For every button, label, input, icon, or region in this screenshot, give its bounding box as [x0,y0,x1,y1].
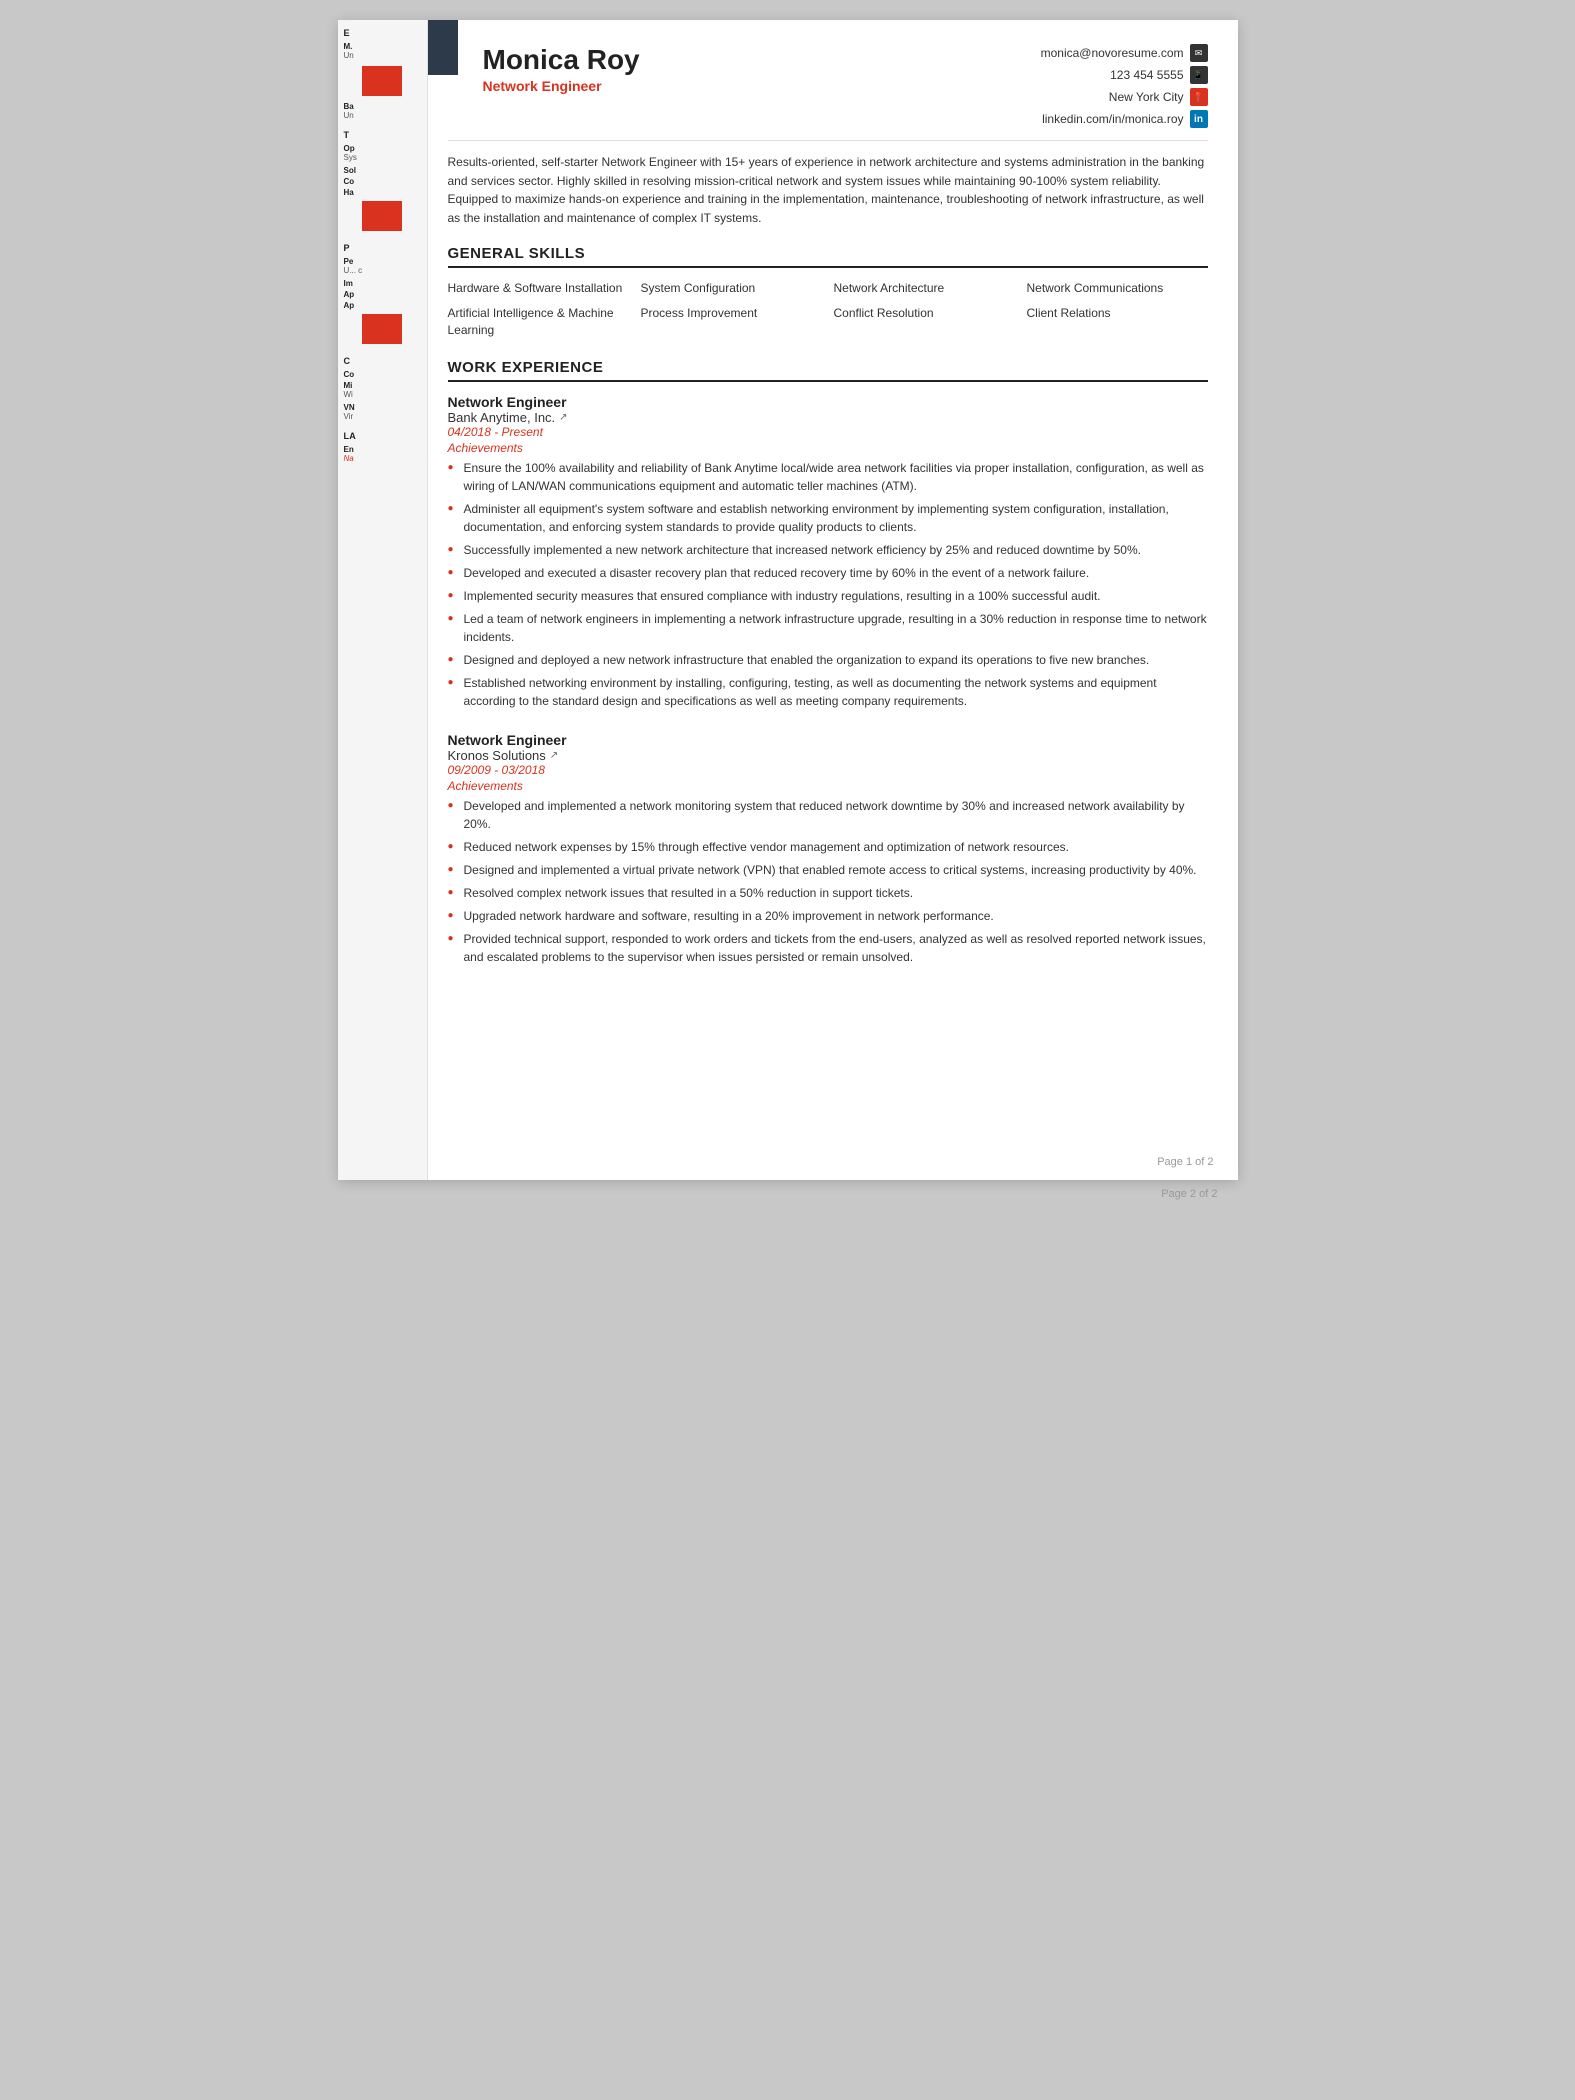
sidebar-item: Im [338,277,427,288]
skill-item-8: Client Relations [1027,305,1208,339]
sidebar-item: Wi [338,390,427,401]
email-icon: ✉ [1190,44,1208,62]
location-icon: 📍 [1190,88,1208,106]
sidebar-item: Co [338,368,427,379]
sidebar-section-e: E [338,20,427,40]
skill-item-4: Network Communications [1027,280,1208,297]
achievement-2-6: Provided technical support, responded to… [448,930,1208,966]
job-entry-2: Network Engineer Kronos Solutions ↗ 09/2… [448,732,1208,966]
achievement-2-3: Designed and implemented a virtual priva… [448,861,1208,879]
ext-link-icon-2: ↗ [550,750,558,761]
location-text: New York City [1109,90,1184,104]
main-content: Monica Roy Network Engineer monica@novor… [428,20,1238,1012]
achievements-label-2: Achievements [448,779,1208,793]
achievement-2-2: Reduced network expenses by 15% through … [448,838,1208,856]
sidebar-item: Sol [338,164,427,175]
achievement-1-1: Ensure the 100% availability and reliabi… [448,459,1208,495]
work-experience-title: WORK EXPERIENCE [448,359,1208,382]
achievement-1-8: Established networking environment by in… [448,674,1208,710]
skills-grid: Hardware & Software Installation System … [448,280,1208,338]
achievement-2-4: Resolved complex network issues that res… [448,884,1208,902]
summary-text: Results-oriented, self-starter Network E… [448,153,1208,227]
page-number-1: Page 1 of 2 [1157,1156,1213,1168]
resume-header: Monica Roy Network Engineer monica@novor… [448,44,1208,141]
company-name-2: Kronos Solutions [448,748,546,763]
skills-section: GENERAL SKILLS Hardware & Software Insta… [448,245,1208,338]
sidebar-item: Co [338,175,427,186]
sidebar-strip: E M. Un Ba Un T Op Sys Sol Co Ha P Pe U.… [338,20,428,1180]
sidebar-red-bar-3 [362,314,402,344]
achievement-1-4: Developed and executed a disaster recove… [448,564,1208,582]
sidebar-section-p: P [338,235,427,255]
sidebar-item: Ba [338,100,427,111]
job-company-1: Bank Anytime, Inc. ↗ [448,410,1208,425]
sidebar-red-bar-2 [362,201,402,231]
sidebar-red-bar [362,66,402,96]
company-name-1: Bank Anytime, Inc. [448,410,556,425]
achievement-1-5: Implemented security measures that ensur… [448,587,1208,605]
skill-item-2: System Configuration [641,280,822,297]
achievements-list-1: Ensure the 100% availability and reliabi… [448,459,1208,710]
sidebar-item: Op [338,142,427,153]
job-entry-1: Network Engineer Bank Anytime, Inc. ↗ 04… [448,394,1208,710]
header-right: monica@novoresume.com ✉ 123 454 5555 📱 N… [1041,44,1208,128]
sidebar-item: Ha [338,186,427,197]
job-dates-1: 04/2018 - Present [448,425,1208,439]
sidebar-item: U... c [338,266,427,277]
sidebar-item: Ap [338,299,427,310]
achievement-2-5: Upgraded network hardware and software, … [448,907,1208,925]
skill-item-3: Network Architecture [834,280,1015,297]
sidebar-item: Ap [338,288,427,299]
achievement-1-2: Administer all equipment's system softwa… [448,500,1208,536]
sidebar-section-t: T [338,122,427,142]
sidebar-item: En [338,443,427,454]
candidate-name: Monica Roy [483,44,640,76]
candidate-title: Network Engineer [483,78,640,94]
sidebar-section-c: C [338,348,427,368]
achievement-1-6: Led a team of network engineers in imple… [448,610,1208,646]
phone-text: 123 454 5555 [1110,68,1183,82]
sidebar-item: Un [338,111,427,122]
sidebar-item: Mi [338,379,427,390]
sidebar-item: Na [338,454,427,465]
achievements-label-1: Achievements [448,441,1208,455]
sidebar-item: Un [338,51,427,62]
work-experience-section: WORK EXPERIENCE Network Engineer Bank An… [448,359,1208,966]
skill-item-1: Hardware & Software Installation [448,280,629,297]
job-title-2: Network Engineer [448,732,1208,748]
contact-location: New York City 📍 [1109,88,1208,106]
achievement-2-1: Developed and implemented a network moni… [448,797,1208,833]
job-company-2: Kronos Solutions ↗ [448,748,1208,763]
sidebar-item: Pe [338,255,427,266]
sidebar-item: Vir [338,412,427,423]
skill-item-5: Artificial Intelligence & Machine Learni… [448,305,629,339]
achievement-1-7: Designed and deployed a new network infr… [448,651,1208,669]
contact-phone: 123 454 5555 📱 [1110,66,1207,84]
skills-section-title: GENERAL SKILLS [448,245,1208,268]
achievements-list-2: Developed and implemented a network moni… [448,797,1208,966]
sidebar-section-la: LA [338,423,427,443]
contact-linkedin: linkedin.com/in/monica.roy in [1042,110,1207,128]
job-dates-2: 09/2009 - 03/2018 [448,763,1208,777]
email-text: monica@novoresume.com [1041,46,1184,60]
sidebar-item: M. [338,40,427,51]
contact-email: monica@novoresume.com ✉ [1041,44,1208,62]
linkedin-text: linkedin.com/in/monica.roy [1042,112,1183,126]
achievement-1-3: Successfully implemented a new network a… [448,541,1208,559]
skill-item-7: Conflict Resolution [834,305,1015,339]
phone-icon: 📱 [1190,66,1208,84]
header-left: Monica Roy Network Engineer [448,44,640,94]
sidebar-item: VN [338,401,427,412]
skill-item-6: Process Improvement [641,305,822,339]
sidebar-item: Sys [338,153,427,164]
linkedin-icon: in [1190,110,1208,128]
ext-link-icon-1: ↗ [559,412,567,423]
job-title-1: Network Engineer [448,394,1208,410]
page-1: E M. Un Ba Un T Op Sys Sol Co Ha P Pe U.… [338,20,1238,1180]
page-2-label: Page 2 of 2 [338,1188,1238,1200]
